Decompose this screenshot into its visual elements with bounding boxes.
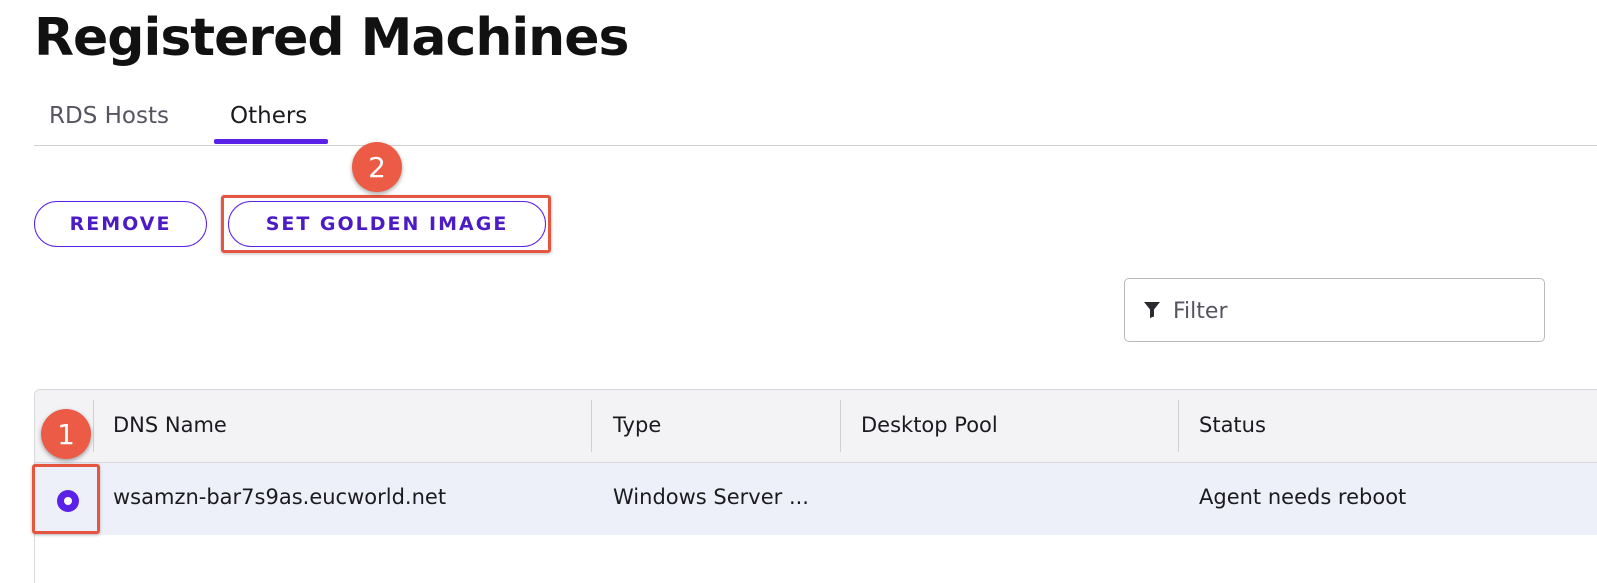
tab-bar: RDS Hosts Others (34, 95, 1597, 146)
active-tab-indicator (214, 139, 328, 144)
column-separator[interactable] (591, 400, 592, 452)
page-title: Registered Machines (34, 8, 629, 68)
tab-others[interactable]: Others (230, 103, 307, 129)
table-row[interactable]: wsamzn-bar7s9as.eucworld.net Windows Ser… (35, 463, 1597, 535)
table-header: DNS Name Type Desktop Pool Status (35, 390, 1597, 463)
remove-button[interactable]: REMOVE (34, 201, 207, 247)
column-separator[interactable] (1178, 400, 1179, 452)
filter-funnel-icon (1144, 302, 1160, 318)
filter-box[interactable] (1124, 278, 1545, 342)
callout-highlight-2 (221, 195, 551, 253)
column-header-desktop-pool[interactable]: Desktop Pool (861, 413, 998, 437)
column-header-dns-name[interactable]: DNS Name (113, 413, 227, 437)
column-separator[interactable] (840, 400, 841, 452)
cell-dns-name: wsamzn-bar7s9as.eucworld.net (113, 485, 447, 509)
filter-input[interactable] (1171, 293, 1515, 329)
column-separator[interactable] (93, 400, 94, 452)
column-header-status[interactable]: Status (1199, 413, 1266, 437)
callout-highlight-1 (32, 464, 100, 534)
cell-type: Windows Server ... (613, 485, 809, 509)
callout-badge-1: 1 (41, 409, 91, 459)
callout-badge-2: 2 (352, 142, 402, 192)
cell-status: Agent needs reboot (1199, 485, 1407, 509)
tab-rds-hosts[interactable]: RDS Hosts (49, 103, 169, 129)
machines-table: DNS Name Type Desktop Pool Status wsamzn… (34, 389, 1597, 583)
column-header-type[interactable]: Type (613, 413, 661, 437)
